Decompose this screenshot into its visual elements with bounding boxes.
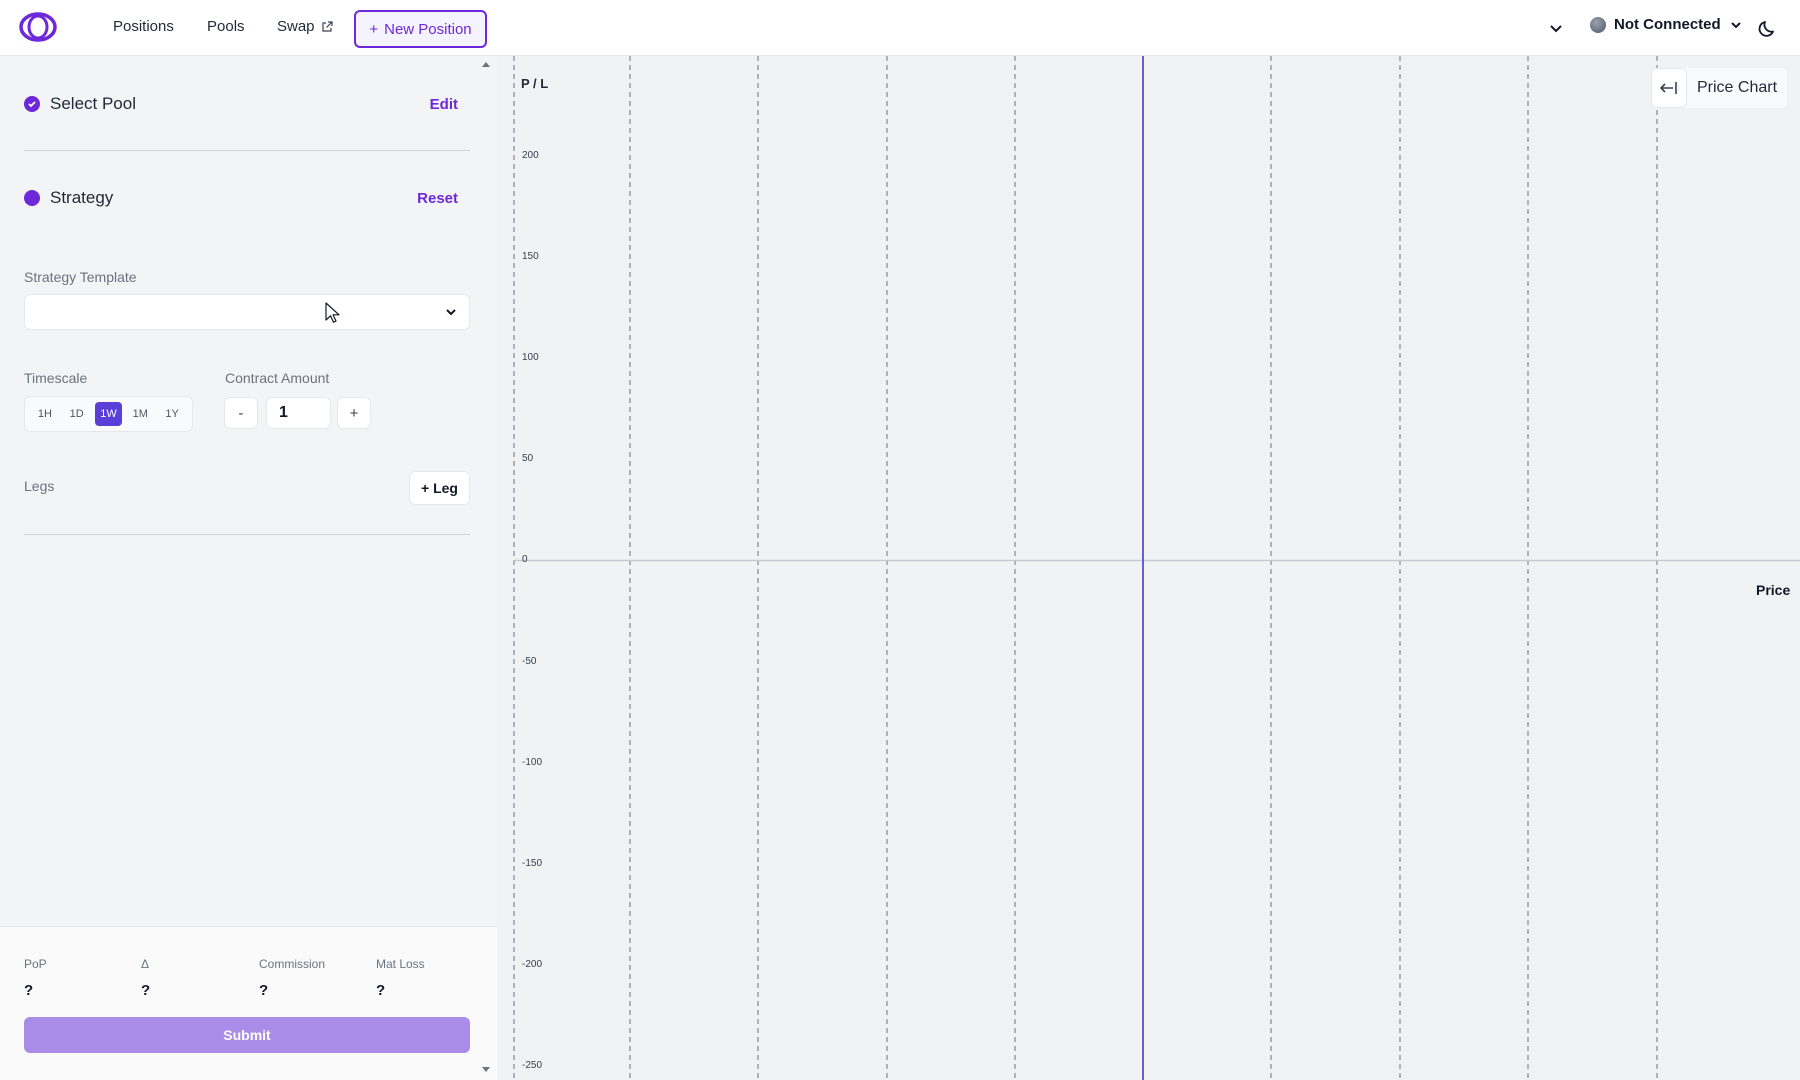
commission-label: Commission [259, 957, 326, 971]
scroll-down-icon[interactable] [481, 1066, 491, 1074]
chart-axes [513, 56, 1800, 1080]
max-loss-value: ? [376, 982, 386, 999]
y-axis-label: P / L [521, 76, 549, 91]
pl-chart[interactable]: P / L Price 200 150 100 50 0 -50 -100 -150 -200 -… [482, 56, 1800, 1080]
select-pool-section: Select Pool Edit [24, 94, 470, 114]
timescale-1d[interactable]: 1D [63, 402, 91, 426]
y-tick-label: 150 [522, 251, 539, 263]
decrement-amount-button[interactable]: - [224, 397, 258, 429]
x-axis-label: Price [1756, 582, 1791, 598]
increment-amount-button[interactable]: + [337, 397, 371, 429]
position-summary: PoP Δ Commission Mat Loss ? ? ? ? Submit [0, 926, 497, 1080]
plus-icon: + [369, 20, 379, 38]
submit-button[interactable]: Submit [24, 1017, 470, 1053]
timescale-1w[interactable]: 1W [94, 402, 123, 426]
chevron-down-icon [446, 309, 456, 316]
wallet-status-icon [1590, 16, 1606, 33]
timescale-1y[interactable]: 1Y [158, 402, 186, 426]
chevron-down-icon [1730, 21, 1741, 28]
y-tick-label: 100 [522, 352, 539, 364]
strategy-title: Strategy [50, 188, 114, 207]
strategy-template-select[interactable] [24, 294, 470, 330]
delta-label: Δ [141, 957, 150, 971]
timescale-1h[interactable]: 1H [31, 402, 59, 426]
mouse-cursor-icon [325, 302, 340, 323]
nav-swap[interactable]: Swap [277, 18, 333, 35]
y-tick-label: 200 [522, 150, 539, 161]
nav-swap-label: Swap [277, 18, 315, 35]
timescale-selector: 1H 1D 1W 1M 1Y [24, 396, 193, 432]
external-link-icon [321, 20, 333, 32]
commission-value: ? [259, 982, 269, 999]
divider [24, 534, 470, 535]
contract-amount-input[interactable]: 1 [266, 397, 331, 429]
y-tick-label: -150 [522, 857, 543, 869]
max-loss-label: Mat Loss [376, 957, 425, 971]
scroll-up-icon[interactable] [481, 60, 491, 68]
new-position-label: New Position [384, 20, 472, 38]
edit-pool-button[interactable]: Edit [430, 96, 458, 113]
new-position-button[interactable]: + New Position [354, 10, 487, 48]
check-circle-icon [24, 96, 40, 112]
active-step-icon [24, 190, 40, 206]
y-tick-label: -200 [522, 958, 543, 970]
delta-value: ? [141, 982, 151, 999]
legs-label: Legs [24, 478, 55, 494]
pl-chart-svg [513, 56, 1800, 1080]
pop-value: ? [24, 982, 34, 999]
y-tick-label: -100 [522, 756, 543, 768]
app-logo-icon[interactable] [18, 12, 58, 42]
collapse-left-icon [1651, 68, 1687, 108]
nav-pools[interactable]: Pools [207, 18, 245, 35]
divider [24, 150, 470, 151]
connection-status: Not Connected [1614, 16, 1721, 33]
chevron-down-icon[interactable] [1547, 19, 1565, 37]
price-chart-label: Price Chart [1697, 79, 1778, 96]
contract-amount-label: Contract Amount [225, 370, 330, 386]
timescale-1m[interactable]: 1M [126, 402, 154, 426]
y-tick-label: -250 [522, 1060, 543, 1071]
y-tick-label: 50 [522, 453, 534, 465]
select-pool-title: Select Pool [50, 94, 136, 113]
wallet-connect-button[interactable]: Not Connected [1590, 16, 1743, 33]
y-tick-label: 0 [522, 554, 528, 566]
price-chart-toggle[interactable]: Price Chart [1651, 68, 1788, 108]
strategy-section: Strategy Reset [24, 188, 470, 208]
add-leg-button[interactable]: + Leg [409, 471, 470, 505]
reset-strategy-button[interactable]: Reset [417, 190, 458, 207]
timescale-label: Timescale [24, 370, 88, 386]
dark-mode-moon-icon[interactable] [1757, 17, 1779, 39]
y-tick-label: -50 [522, 655, 537, 667]
strategy-template-label: Strategy Template [24, 269, 137, 285]
top-nav-bar: Positions Pools Swap + New Position Not … [0, 0, 1800, 56]
pop-label: PoP [24, 957, 47, 971]
nav-positions[interactable]: Positions [113, 18, 174, 35]
